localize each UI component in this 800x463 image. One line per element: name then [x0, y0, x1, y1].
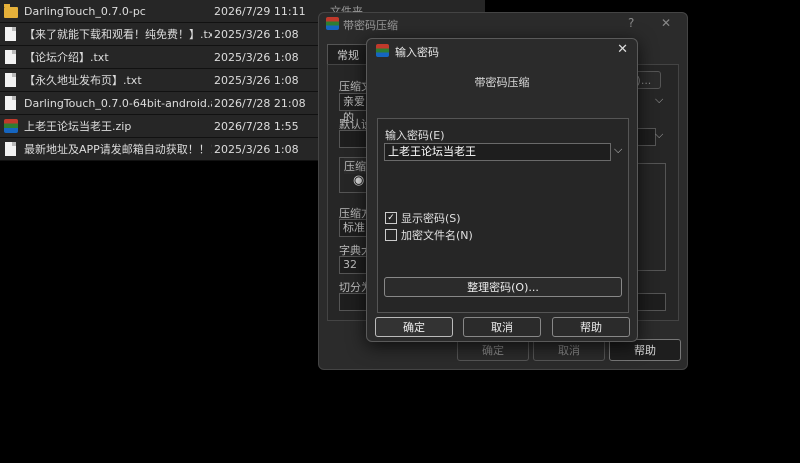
text-file-icon [5, 73, 16, 87]
password-label: 输入密码(E) [385, 129, 445, 142]
help-button[interactable]: 帮助 [552, 317, 630, 337]
winrar-icon [376, 44, 389, 57]
text-file-icon [5, 27, 16, 41]
winrar-archive-icon [4, 119, 18, 133]
chevron-down-icon[interactable]: ⌵ [655, 93, 663, 107]
password-dialog-titlebar: 输入密码 ✕ [367, 39, 637, 63]
winrar-icon [326, 17, 339, 30]
password-dialog-title: 输入密码 [395, 46, 439, 59]
checkbox-box[interactable]: ✓ [385, 212, 397, 224]
file-date: 2026/7/28 1:55 [214, 119, 299, 133]
password-dialog-subtitle: 带密码压缩 [474, 76, 530, 89]
text-file-icon [5, 50, 16, 64]
ok-button[interactable]: 确定 [375, 317, 453, 337]
file-name: 上老王论坛当老王.zip [24, 120, 132, 133]
password-input[interactable]: 上老王论坛当老王 [384, 143, 611, 161]
ok-button[interactable]: 确定 [457, 339, 529, 361]
file-name: DarlingTouch_0.7.0-64bit-android.apk [24, 96, 212, 110]
file-name: 【永久地址发布页】.txt [24, 74, 142, 87]
file-date: 2025/3/26 1:08 [214, 27, 299, 41]
file-date: 2026/7/28 21:08 [214, 96, 306, 110]
chevron-down-icon[interactable]: ⌵ [614, 143, 622, 157]
organize-passwords-button[interactable]: 整理密码(O)... [384, 277, 622, 297]
file-name: 最新地址及APP请发邮箱自动获取！！！.... [24, 143, 212, 156]
archive-dialog-title: 带密码压缩 [343, 19, 398, 32]
checkbox-box[interactable] [385, 229, 397, 241]
text-file-icon [5, 142, 16, 156]
folder-icon [4, 3, 18, 18]
file-date: 2025/3/26 1:08 [214, 142, 299, 156]
close-icon[interactable]: ✕ [617, 42, 628, 57]
file-name: 【论坛介绍】.txt [24, 51, 109, 64]
archive-dialog-titlebar: 带密码压缩 ? ✕ [319, 13, 687, 35]
show-password-checkbox[interactable]: ✓ 显示密码(S) [385, 210, 461, 226]
file-name: DarlingTouch_0.7.0-pc [24, 4, 146, 18]
encrypt-filenames-label: 加密文件名(N) [401, 229, 473, 242]
cancel-button[interactable]: 取消 [463, 317, 541, 337]
password-dialog: 输入密码 ✕ 带密码压缩 输入密码(E) 上老王论坛当老王 ⌵ ✓ 显示密码(S… [366, 38, 638, 342]
password-group: 输入密码(E) 上老王论坛当老王 ⌵ ✓ 显示密码(S) 加密文件名(N) 整理… [377, 118, 629, 313]
show-password-label: 显示密码(S) [401, 212, 461, 225]
file-date: 2025/3/26 1:08 [214, 73, 299, 87]
help-button[interactable]: 帮助 [609, 339, 681, 361]
help-icon[interactable]: ? [628, 16, 634, 30]
file-name: 【来了就能下载和观看！纯免费！】.txt [24, 28, 212, 41]
cancel-button[interactable]: 取消 [533, 339, 605, 361]
format-radio[interactable]: ◉ [353, 173, 364, 188]
file-date: 2026/7/29 11:11 [214, 4, 306, 18]
encrypt-filenames-checkbox[interactable]: 加密文件名(N) [385, 227, 473, 243]
tab-general[interactable]: 常规 [327, 44, 369, 65]
chevron-down-icon[interactable]: ⌵ [655, 128, 663, 142]
file-date: 2025/3/26 1:08 [214, 50, 299, 64]
text-file-icon [5, 96, 16, 110]
close-icon[interactable]: ✕ [661, 16, 671, 30]
